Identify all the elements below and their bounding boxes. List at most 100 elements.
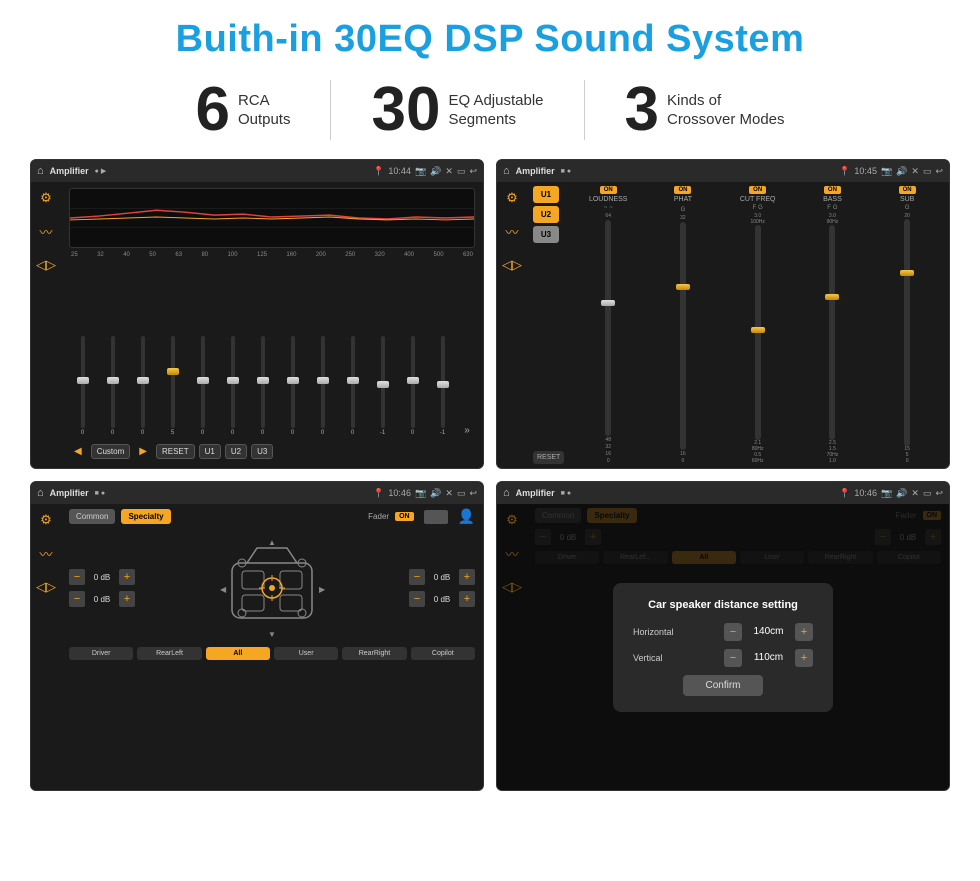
fader-window-icon[interactable]: ▭ (457, 488, 466, 499)
crossover-close-icon[interactable]: ✕ (911, 166, 919, 177)
fader-camera-icon: 📷 (415, 488, 426, 499)
eq-slider-12: -1 (429, 336, 456, 436)
fader-close-icon[interactable]: ✕ (445, 488, 453, 499)
db-plus-tl[interactable]: + (119, 569, 135, 585)
all-btn[interactable]: All (206, 647, 270, 660)
expand-icon[interactable]: » (459, 425, 475, 436)
phat-slider[interactable] (680, 222, 686, 450)
common-btn[interactable]: Common (69, 509, 115, 524)
cutfreq-slider[interactable] (755, 225, 761, 440)
eq-main: 25 32 40 50 63 80 100 125 160 200 250 32… (61, 182, 483, 468)
fader-sidebar-icon-3[interactable]: ◁▷ (36, 579, 56, 595)
bass-label: BASS (823, 196, 842, 203)
vertical-minus-btn[interactable]: − (724, 649, 742, 667)
bass-control: ON BASS FG 3.0 90Hz 2.5 (797, 186, 869, 464)
stat-number-6: 6 (195, 79, 229, 141)
crossover-screen: ⌂ Amplifier ■ ● 📍 10:45 📷 🔊 ✕ ▭ ↩ ⚙ 〰 ◁▷ (496, 159, 950, 469)
db-minus-tr[interactable]: − (409, 569, 425, 585)
user-btn[interactable]: User (274, 647, 338, 660)
svg-text:◀: ◀ (220, 585, 227, 594)
eq-u2-btn[interactable]: U2 (225, 444, 247, 459)
back-icon[interactable]: ↩ (469, 166, 477, 177)
crossover-back-icon[interactable]: ↩ (935, 166, 943, 177)
stat-number-30: 30 (371, 79, 440, 141)
db-control-bl: − 0 dB + (69, 591, 135, 607)
stats-row: 6 RCA Outputs 30 EQ Adjustable Segments … (30, 79, 950, 141)
bass-slider[interactable] (829, 225, 835, 440)
phat-on[interactable]: ON (674, 186, 691, 194)
driver-btn[interactable]: Driver (69, 647, 133, 660)
eq-u3-btn[interactable]: U3 (251, 444, 273, 459)
fader-back-icon[interactable]: ↩ (469, 488, 477, 499)
dialog-home-icon[interactable]: ⌂ (503, 487, 510, 499)
eq-prev-btn[interactable]: ◀ (69, 444, 87, 459)
db-minus-br[interactable]: − (409, 591, 425, 607)
crossover-sidebar-icon-1[interactable]: ⚙ (506, 190, 518, 206)
db-value-br: 0 dB (428, 595, 456, 604)
u1-btn[interactable]: U1 (533, 186, 559, 203)
sub-on[interactable]: ON (899, 186, 916, 194)
dialog-window-icon[interactable]: ▭ (923, 488, 932, 499)
eq-sidebar-icon-2[interactable]: 〰 (39, 222, 52, 241)
confirm-button[interactable]: Confirm (683, 675, 763, 696)
eq-next-btn[interactable]: ▶ (134, 444, 152, 459)
eq-u1-btn[interactable]: U1 (199, 444, 221, 459)
fader-sidebar-icon-2[interactable]: 〰 (39, 544, 52, 563)
eq-slider-7: 0 (279, 336, 306, 436)
specialty-btn[interactable]: Specialty (121, 509, 170, 524)
db-value-bl: 0 dB (88, 595, 116, 604)
loudness-on[interactable]: ON (600, 186, 617, 194)
crossover-reset-btn[interactable]: RESET (533, 451, 564, 464)
db-minus-tl[interactable]: − (69, 569, 85, 585)
fader-slider-thumb[interactable] (424, 510, 448, 524)
loudness-slider[interactable] (605, 220, 611, 436)
crossover-sidebar-icon-3[interactable]: ◁▷ (502, 257, 522, 273)
crossover-time: 10:45 (854, 166, 877, 177)
copilot-btn[interactable]: Copilot (411, 647, 475, 660)
fader-middle: − 0 dB + − 0 dB + (69, 533, 475, 643)
crossover-screen-content: ⚙ 〰 ◁▷ U1 U2 U3 RESET (497, 182, 949, 468)
dialog-topbar: ⌂ Amplifier ■ ● 📍 10:46 📷 🔊 ✕ ▭ ↩ (497, 482, 949, 504)
eq-screen-title: Amplifier (50, 166, 89, 176)
window-icon[interactable]: ▭ (457, 166, 466, 177)
horizontal-minus-btn[interactable]: − (724, 623, 742, 641)
fader-sidebar-icon-1[interactable]: ⚙ (40, 512, 52, 528)
home-icon[interactable]: ⌂ (37, 165, 44, 177)
dialog-topbar-icons: 📍 10:46 📷 🔊 ✕ ▭ ↩ (839, 488, 943, 499)
close-icon[interactable]: ✕ (445, 166, 453, 177)
eq-custom-btn: Custom (91, 444, 131, 459)
vertical-plus-btn[interactable]: + (795, 649, 813, 667)
dialog-close-icon[interactable]: ✕ (911, 488, 919, 499)
cutfreq-on[interactable]: ON (749, 186, 766, 194)
dialog-back-icon[interactable]: ↩ (935, 488, 943, 499)
db-plus-bl[interactable]: + (119, 591, 135, 607)
dialog-camera-icon: 📷 (881, 488, 892, 499)
fader-home-icon[interactable]: ⌂ (37, 487, 44, 499)
db-minus-bl[interactable]: − (69, 591, 85, 607)
loudness-label: LOUDNESS (589, 196, 628, 203)
db-plus-tr[interactable]: + (459, 569, 475, 585)
sub-slider[interactable] (904, 219, 910, 446)
db-value-tl: 0 dB (88, 573, 116, 582)
rearleft-btn[interactable]: RearLeft (137, 647, 201, 660)
crossover-window-icon[interactable]: ▭ (923, 166, 932, 177)
dialog-horizontal-row: Horizontal − 140cm + (633, 623, 813, 641)
rearright-btn[interactable]: RearRight (342, 647, 406, 660)
crossover-sidebar-icon-2[interactable]: 〰 (505, 222, 518, 241)
eq-sidebar-icon-1[interactable]: ⚙ (40, 190, 52, 206)
crossover-home-icon[interactable]: ⌂ (503, 165, 510, 177)
eq-sidebar-icon-3[interactable]: ◁▷ (36, 257, 56, 273)
svg-text:▶: ▶ (319, 585, 326, 594)
u2-btn[interactable]: U2 (533, 206, 559, 223)
eq-slider-2: 0 (129, 336, 156, 436)
eq-reset-btn[interactable]: RESET (156, 444, 195, 459)
eq-left-sidebar: ⚙ 〰 ◁▷ (31, 182, 61, 468)
db-plus-br[interactable]: + (459, 591, 475, 607)
horizontal-plus-btn[interactable]: + (795, 623, 813, 641)
bass-on[interactable]: ON (824, 186, 841, 194)
fader-screen-content: ⚙ 〰 ◁▷ Common Specialty Fader ON 👤 (31, 504, 483, 790)
db-control-tr: − 0 dB + (409, 569, 475, 585)
fader-on-badge[interactable]: ON (395, 512, 414, 521)
stat-number-3: 3 (625, 79, 659, 141)
u3-btn[interactable]: U3 (533, 226, 559, 243)
